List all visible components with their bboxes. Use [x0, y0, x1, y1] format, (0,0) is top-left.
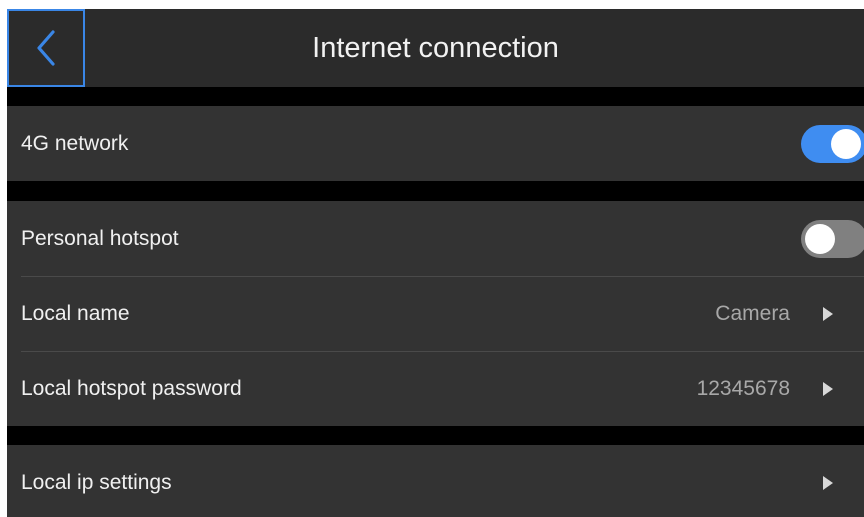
local-ip-settings-row[interactable]: Local ip settings: [7, 445, 864, 517]
4g-network-label: 4G network: [21, 131, 129, 155]
page-title: Internet connection: [312, 32, 559, 64]
local-hotspot-password-value: 12345678: [696, 376, 790, 400]
settings-screen: Internet connection 4G network Personal …: [7, 9, 864, 517]
chevron-right-icon: [823, 306, 833, 321]
personal-hotspot-label: Personal hotspot: [21, 226, 179, 250]
ip-group: Local ip settings: [7, 445, 864, 517]
local-name-row[interactable]: Local name Camera: [7, 276, 864, 351]
local-ip-settings-label: Local ip settings: [21, 470, 172, 494]
4g-network-row[interactable]: 4G network: [7, 106, 864, 181]
local-hotspot-password-row[interactable]: Local hotspot password 12345678: [7, 351, 864, 426]
toggle-knob: [831, 128, 861, 159]
back-button[interactable]: [7, 9, 85, 87]
personal-hotspot-toggle[interactable]: [801, 219, 864, 258]
header-bar: Internet connection: [7, 9, 864, 87]
local-name-value: Camera: [715, 301, 790, 325]
4g-network-toggle[interactable]: [801, 124, 864, 163]
hotspot-group: Personal hotspot Local name Camera Local…: [7, 201, 864, 426]
chevron-right-icon: [823, 381, 833, 396]
local-name-label: Local name: [21, 301, 130, 325]
chevron-right-icon: [823, 475, 833, 490]
toggle-knob: [805, 223, 835, 254]
chevron-left-icon: [37, 30, 55, 66]
network-group: 4G network: [7, 106, 864, 181]
local-hotspot-password-label: Local hotspot password: [21, 376, 242, 400]
personal-hotspot-row[interactable]: Personal hotspot: [7, 201, 864, 276]
